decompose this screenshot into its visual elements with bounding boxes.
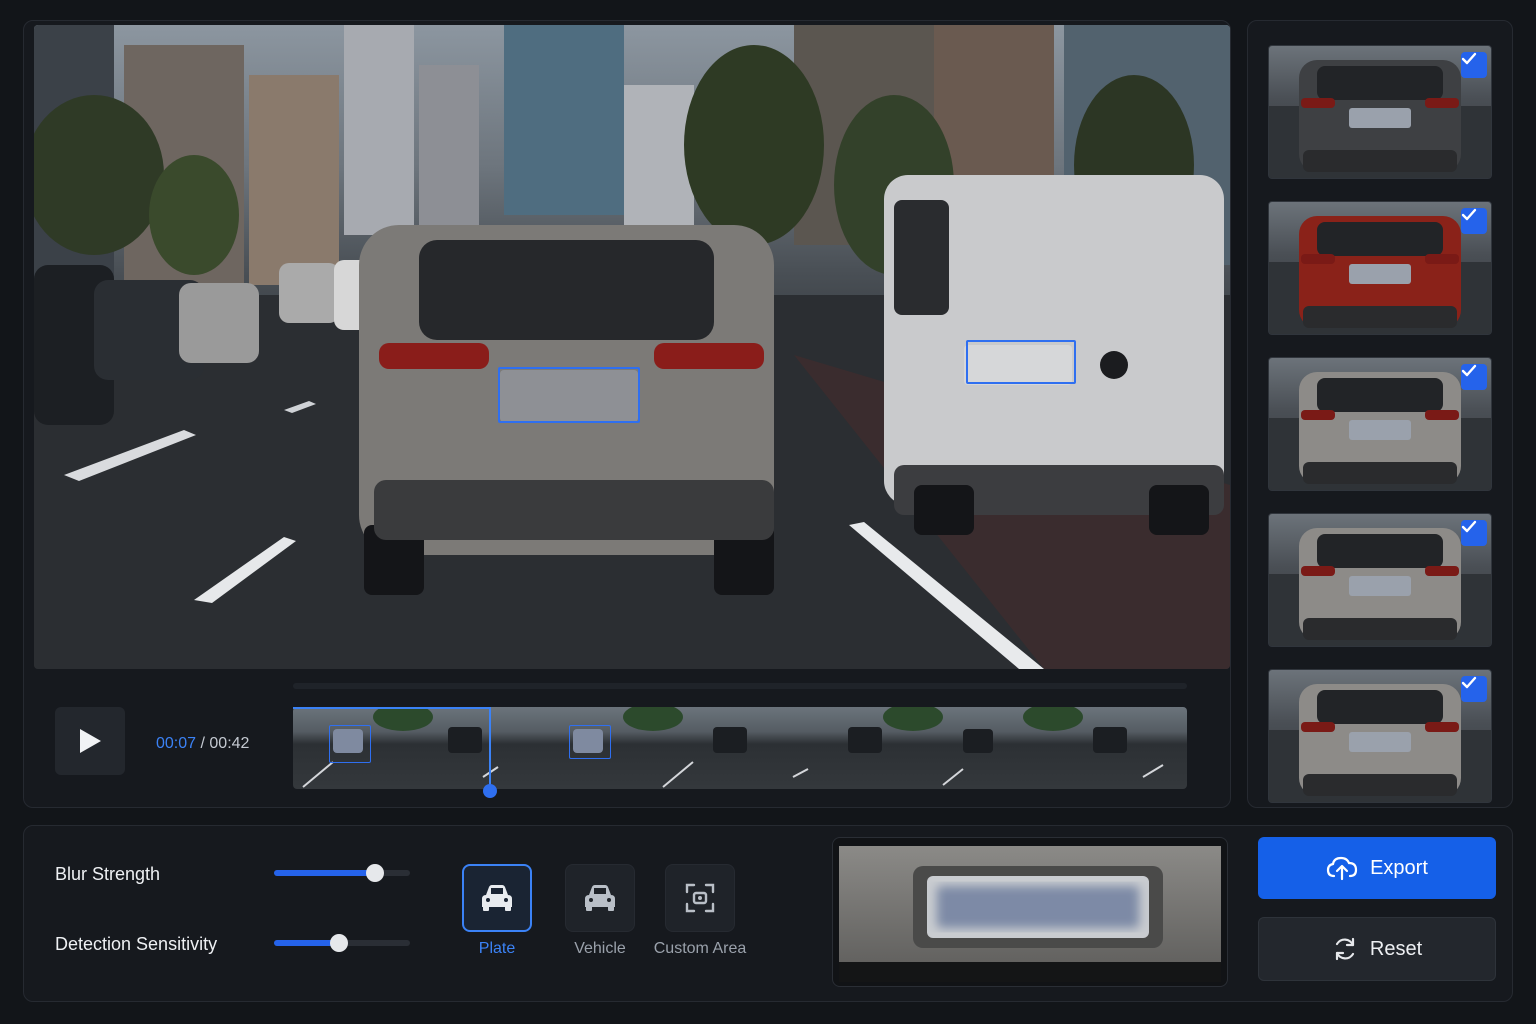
reset-label: Reset [1369,937,1423,960]
detection-thumbnail[interactable] [1268,357,1492,491]
car-icon [585,885,615,911]
detections-panel [1247,20,1513,808]
plate-detection-box[interactable] [966,340,1076,384]
mode-plate-button[interactable] [462,864,532,932]
checkbox-checked[interactable] [1461,676,1487,702]
blur-preview [832,837,1228,987]
detection-thumbnail[interactable] [1268,45,1492,179]
total-time: 00:42 [209,735,250,752]
play-button[interactable] [55,707,125,775]
video-panel: 00:07 / 00:42 [23,20,1231,808]
refresh-icon [1335,937,1354,961]
check-icon [1461,52,1477,65]
time-readout: 00:07 / 00:42 [156,735,249,753]
check-icon [1461,676,1477,689]
slider-fill [274,870,375,876]
video-frame[interactable] [34,25,1230,669]
mode-custom-area-label: Custom Area [653,940,747,957]
check-icon [1461,520,1477,533]
car-icon [482,885,512,911]
mode-plate-label: Plate [478,940,516,957]
controls-panel: Blur Strength Detection Sensitivity Plat… [23,825,1513,1002]
mode-vehicle-button[interactable] [565,864,635,932]
current-time: 00:07 [156,735,197,752]
detection-thumbnail[interactable] [1268,669,1492,803]
timeline-track-bar [293,683,1187,689]
time-separator: / [196,735,210,752]
mode-custom-area-button[interactable] [665,864,735,932]
check-icon [1461,208,1477,221]
checkbox-checked[interactable] [1461,364,1487,390]
blur-strength-slider[interactable] [274,864,410,882]
detection-sensitivity-slider[interactable] [274,934,410,952]
detection-thumbnail[interactable] [1268,513,1492,647]
timeline[interactable] [293,683,1187,798]
timeline-detection-box [329,725,371,763]
export-button[interactable]: Export [1258,837,1496,899]
check-icon [1461,364,1477,377]
mode-vehicle-label: Vehicle [574,940,626,957]
timeline-filmstrip[interactable] [293,707,1187,789]
timeline-progress [293,707,490,709]
playhead-handle[interactable] [482,784,497,798]
cloud-upload-icon [1326,856,1358,881]
checkbox-checked[interactable] [1461,52,1487,78]
checkbox-checked[interactable] [1461,208,1487,234]
plate-detection-box[interactable] [498,367,640,423]
export-label: Export [1370,856,1428,879]
custom-area-icon [685,883,715,913]
slider-handle[interactable] [330,934,349,952]
detection-thumbnail[interactable] [1268,201,1492,335]
checkbox-checked[interactable] [1461,520,1487,546]
playhead[interactable] [488,707,491,789]
reset-button[interactable]: Reset [1258,917,1496,981]
slider-handle[interactable] [365,864,384,882]
play-icon [80,729,101,753]
blur-strength-label: Blur Strength [55,864,161,884]
detection-sensitivity-label: Detection Sensitivity [55,934,218,954]
timeline-detection-box [569,725,611,759]
